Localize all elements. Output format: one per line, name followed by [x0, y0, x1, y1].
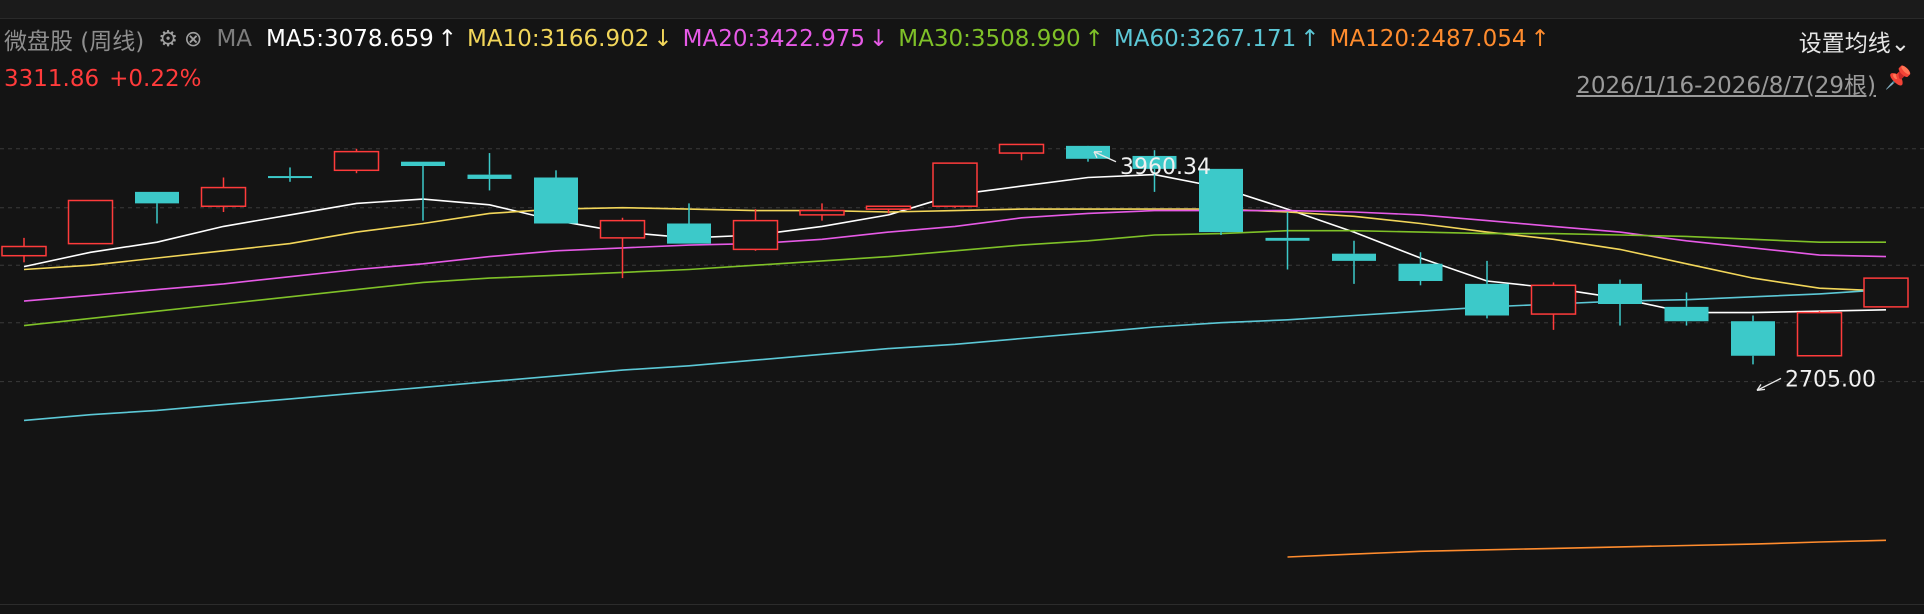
- candle-body: [1598, 283, 1642, 304]
- candle-body: [998, 143, 1045, 154]
- candle-body: [732, 219, 779, 251]
- candle: [135, 191, 179, 224]
- candle-body: [1731, 321, 1775, 356]
- candle: [1863, 277, 1909, 308]
- candle: [1265, 212, 1310, 270]
- candle: [1398, 252, 1443, 286]
- candle: [401, 161, 445, 221]
- candle-body: [932, 162, 978, 207]
- candle: [1066, 145, 1110, 162]
- ma-line-1: [23, 206, 1887, 292]
- candle-body: [1265, 237, 1310, 241]
- candle: [998, 143, 1045, 161]
- candle-body: [401, 161, 445, 166]
- candle: [467, 153, 512, 191]
- ma-line-3: [23, 229, 1886, 327]
- ma-line-5: [1287, 539, 1887, 558]
- candle-body: [1664, 306, 1709, 322]
- candle: [1598, 279, 1642, 326]
- candle-body: [799, 209, 845, 216]
- candle: [1796, 311, 1843, 357]
- candle: [1, 237, 47, 263]
- candle: [268, 167, 312, 182]
- candle-body: [135, 191, 179, 204]
- candle: [200, 177, 247, 212]
- candle-body: [200, 186, 247, 207]
- candle-body: [1398, 263, 1443, 281]
- chart-bottom-border: [0, 604, 1924, 605]
- candle: [534, 170, 578, 224]
- candle: [732, 209, 779, 251]
- candle-body: [1465, 283, 1509, 316]
- candle-body: [268, 176, 312, 179]
- candle-body: [1796, 311, 1843, 357]
- candle: [67, 199, 114, 245]
- candle-body: [1530, 284, 1577, 315]
- candle-body: [333, 150, 380, 172]
- candle-body: [865, 205, 912, 210]
- candle: [333, 148, 380, 174]
- candle: [932, 162, 978, 208]
- high-price-label: 3960.34: [1120, 155, 1211, 180]
- candle: [1465, 260, 1509, 319]
- candle: [1332, 240, 1376, 284]
- candle-body: [67, 199, 114, 245]
- candle: [799, 203, 845, 221]
- ma-line-4: [23, 288, 1887, 422]
- candle-body: [467, 174, 512, 179]
- candle-body: [1, 245, 47, 257]
- candle-body: [1066, 145, 1110, 159]
- candle-body: [667, 223, 711, 244]
- candle: [1731, 315, 1775, 365]
- candle-body: [1332, 253, 1376, 261]
- candle-body: [599, 219, 646, 239]
- candle: [1664, 292, 1709, 326]
- candle-body: [1863, 277, 1909, 308]
- candle-body: [534, 177, 578, 224]
- low-price-label: 2705.00: [1785, 367, 1876, 392]
- candlestick-chart: 3960.34 2705.00: [0, 143, 1924, 558]
